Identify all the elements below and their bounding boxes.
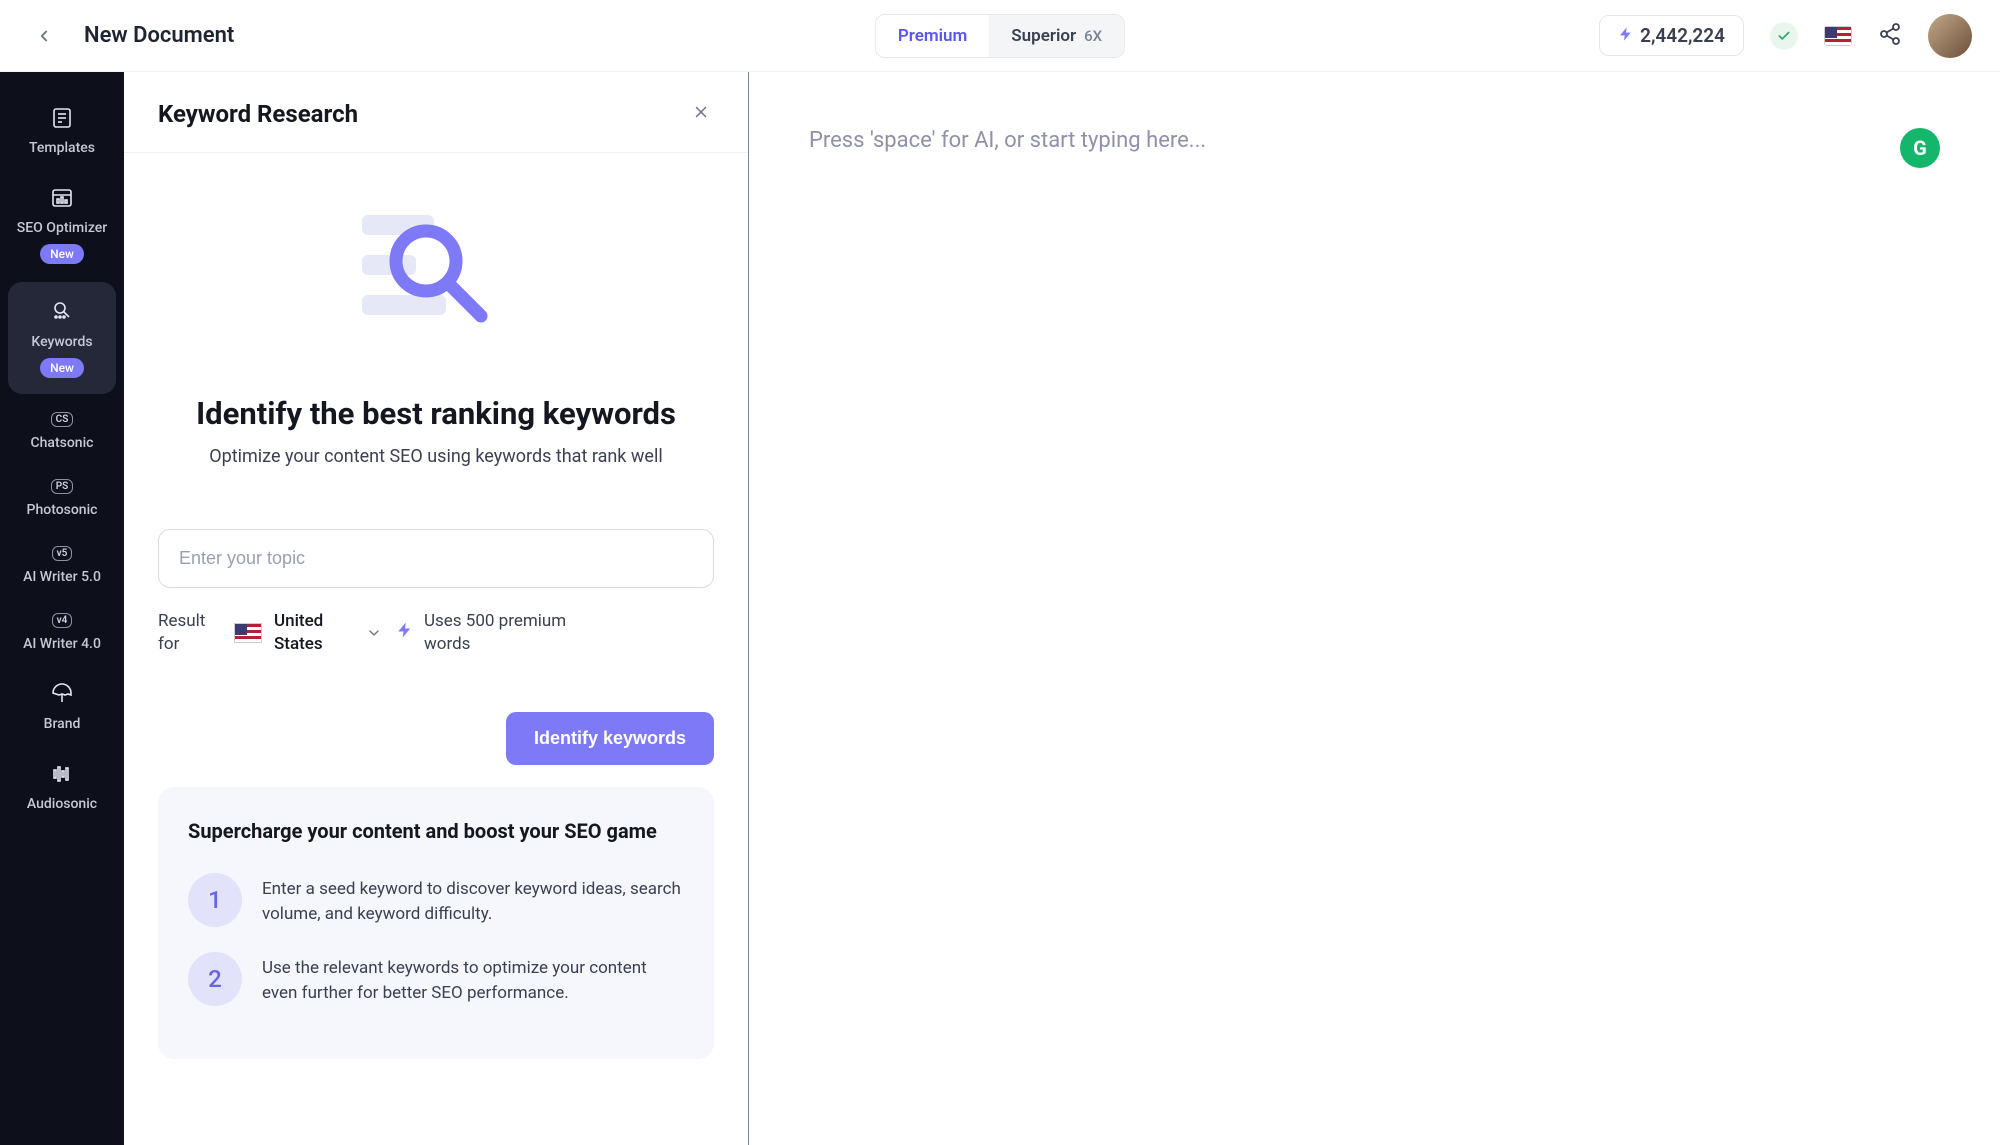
sidebar-item-label: Photosonic xyxy=(27,502,98,518)
sidebar-item-photosonic[interactable]: PS Photosonic xyxy=(0,465,124,532)
step-text: Enter a seed keyword to discover keyword… xyxy=(262,873,684,928)
audiosonic-icon xyxy=(48,760,76,788)
sidebar-item-label: Brand xyxy=(44,716,81,732)
keywords-icon xyxy=(48,298,76,326)
sidebar-item-ai-writer-5[interactable]: v5 AI Writer 5.0 xyxy=(0,532,124,599)
bolt-icon xyxy=(1618,24,1634,47)
step-text: Use the relevant keywords to optimize yo… xyxy=(262,952,684,1007)
locale-flag[interactable] xyxy=(1824,26,1852,46)
identify-keywords-button[interactable]: Identify keywords xyxy=(506,712,714,765)
sidebar-item-label: AI Writer 5.0 xyxy=(23,569,101,585)
info-step: 1 Enter a seed keyword to discover keywo… xyxy=(188,873,684,928)
brand-icon xyxy=(48,680,76,708)
grammarly-badge[interactable]: G xyxy=(1900,128,1940,168)
keyword-panel: Keyword Research Identify the best ranki… xyxy=(124,72,749,1145)
toggle-superior-label: Superior xyxy=(1011,26,1076,46)
panel-subtitle: Optimize your content SEO using keywords… xyxy=(158,446,714,467)
sidebar-item-label: Audiosonic xyxy=(27,796,97,812)
panel-title: Keyword Research xyxy=(158,100,358,128)
editor-area[interactable]: Press 'space' for AI, or start typing he… xyxy=(749,72,2000,1145)
step-number: 1 xyxy=(188,873,242,927)
uses-words-label: Uses 500 premium words xyxy=(424,610,604,656)
chevron-left-icon xyxy=(35,27,53,45)
sidebar-item-label: SEO Optimizer xyxy=(17,220,107,236)
info-card: Supercharge your content and boost your … xyxy=(158,787,714,1059)
quality-toggle: Premium Superior 6X xyxy=(875,14,1125,58)
credits-amount: 2,442,224 xyxy=(1640,24,1725,47)
avatar[interactable] xyxy=(1928,14,1972,58)
sidebar-item-label: Keywords xyxy=(31,334,92,350)
country-selector[interactable]: United States xyxy=(234,610,382,656)
new-badge: New xyxy=(40,358,84,378)
info-step: 2 Use the relevant keywords to optimize … xyxy=(188,952,684,1007)
chevron-down-icon xyxy=(366,625,382,641)
sidebar-item-ai-writer-4[interactable]: v4 AI Writer 4.0 xyxy=(0,599,124,666)
templates-icon xyxy=(48,104,76,132)
ai-writer-4-icon: v4 xyxy=(52,613,73,628)
back-button[interactable] xyxy=(28,20,60,52)
toggle-superior[interactable]: Superior 6X xyxy=(989,15,1124,57)
close-icon xyxy=(692,103,710,121)
toggle-premium[interactable]: Premium xyxy=(876,15,989,57)
status-badge[interactable] xyxy=(1770,22,1798,50)
editor-placeholder: Press 'space' for AI, or start typing he… xyxy=(809,128,1940,153)
share-button[interactable] xyxy=(1878,22,1902,50)
us-flag-icon xyxy=(234,623,262,643)
sidebar-item-templates[interactable]: Templates xyxy=(0,90,124,170)
result-for-label: Result for xyxy=(158,610,220,656)
info-heading: Supercharge your content and boost your … xyxy=(188,817,684,845)
sidebar-item-audiosonic[interactable]: Audiosonic xyxy=(0,746,124,826)
seo-optimizer-icon xyxy=(48,184,76,212)
new-badge: New xyxy=(40,244,84,264)
check-icon xyxy=(1777,29,1791,43)
share-icon xyxy=(1878,22,1902,46)
close-panel-button[interactable] xyxy=(688,98,714,130)
magnifier-icon xyxy=(376,211,496,331)
sidebar-item-seo-optimizer[interactable]: SEO Optimizer New xyxy=(0,170,124,278)
sidebar-item-keywords[interactable]: Keywords New xyxy=(8,282,116,394)
step-number: 2 xyxy=(188,952,242,1006)
panel-headline: Identify the best ranking keywords xyxy=(158,395,714,432)
chatsonic-icon: CS xyxy=(51,412,74,427)
sidebar-item-label: Templates xyxy=(29,140,95,156)
bolt-icon xyxy=(396,621,414,644)
ai-writer-5-icon: v5 xyxy=(52,546,73,561)
us-flag-icon xyxy=(1824,26,1852,46)
photosonic-icon: PS xyxy=(51,479,74,494)
sidebar: Templates SEO Optimizer New Keywords New… xyxy=(0,72,124,1145)
top-bar: New Document Premium Superior 6X 2,442,2… xyxy=(0,0,2000,72)
credits-pill[interactable]: 2,442,224 xyxy=(1599,15,1744,56)
sidebar-item-brand[interactable]: Brand xyxy=(0,666,124,746)
country-name: United States xyxy=(274,610,354,656)
hero-illustration xyxy=(352,187,520,355)
toggle-superior-mult: 6X xyxy=(1084,27,1102,45)
document-title[interactable]: New Document xyxy=(84,23,234,48)
sidebar-item-label: Chatsonic xyxy=(31,435,94,451)
sidebar-item-label: AI Writer 4.0 xyxy=(23,636,101,652)
sidebar-item-chatsonic[interactable]: CS Chatsonic xyxy=(0,398,124,465)
topic-input[interactable] xyxy=(158,529,714,588)
